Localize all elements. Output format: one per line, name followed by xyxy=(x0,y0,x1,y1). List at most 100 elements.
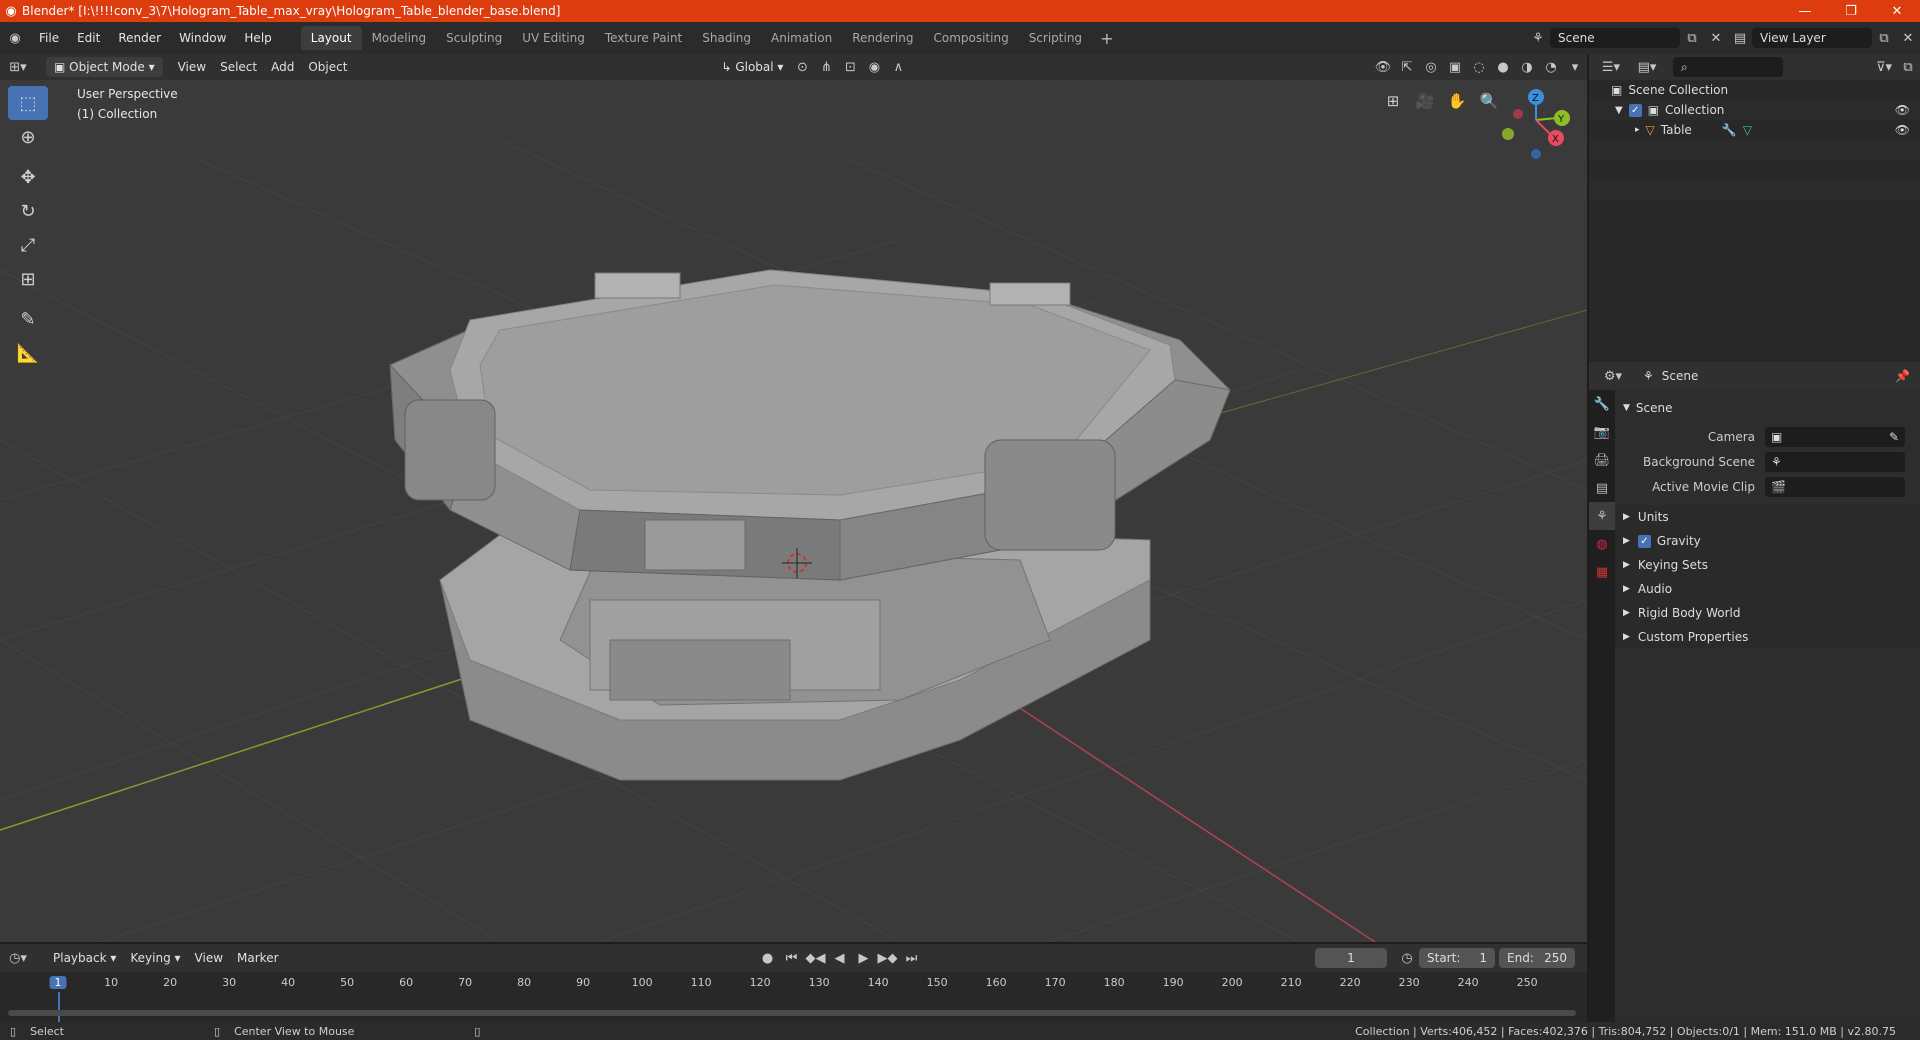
properties-editor-type-icon[interactable]: ⚙▾ xyxy=(1595,365,1631,387)
menu-help[interactable]: Help xyxy=(235,26,280,50)
editor-type-icon[interactable]: ⊞▾ xyxy=(0,56,36,78)
table-mesh[interactable] xyxy=(389,269,1231,781)
outliner-row-table[interactable]: ▸ ▽ Table 🔧 ▽ 👁 xyxy=(1589,120,1920,140)
view-layer-tab-icon[interactable]: ▤ xyxy=(1589,474,1615,502)
delete-scene-icon[interactable]: ✕ xyxy=(1704,27,1728,49)
menu-select[interactable]: Select xyxy=(213,57,264,77)
wireframe-shading-icon[interactable]: ◌ xyxy=(1467,56,1491,78)
display-mode-icon[interactable]: ▤▾ xyxy=(1629,56,1665,78)
scene-panel-header[interactable]: ▼ Scene xyxy=(1615,396,1920,420)
texture-tab-icon[interactable]: ▦ xyxy=(1589,558,1615,586)
mesh-data-icon[interactable]: ▽ xyxy=(1743,123,1752,137)
new-view-layer-icon[interactable]: ⧉ xyxy=(1872,27,1896,49)
tab-layout[interactable]: Layout xyxy=(300,26,362,50)
output-tab-icon[interactable]: 🖨 xyxy=(1589,446,1615,474)
falloff-icon[interactable]: ∧ xyxy=(886,56,910,78)
timeline-editor-type-icon[interactable]: ◷▾ xyxy=(0,947,36,969)
outliner-row-collection[interactable]: ▼ ✓ ▣ Collection 👁 xyxy=(1589,100,1920,120)
toggle-ortho-icon[interactable]: ⊞ xyxy=(1380,88,1406,114)
transform-tool-icon[interactable]: ⊞ xyxy=(8,262,48,296)
scale-tool-icon[interactable]: ⤢ xyxy=(8,228,48,262)
next-keyframe-icon[interactable]: ▶◆ xyxy=(876,947,900,969)
jump-start-icon[interactable]: ⏮ xyxy=(780,947,804,969)
units-panel-header[interactable]: ▶ Units xyxy=(1615,505,1920,529)
menu-add[interactable]: Add xyxy=(264,57,301,77)
eye-icon[interactable]: 👁 xyxy=(1895,123,1910,137)
menu-edit[interactable]: Edit xyxy=(68,26,109,50)
new-scene-icon[interactable]: ⧉ xyxy=(1680,27,1704,49)
menu-timeline-view[interactable]: View xyxy=(188,948,230,968)
new-collection-icon[interactable]: ⧉ xyxy=(1896,56,1920,78)
tab-modeling[interactable]: Modeling xyxy=(362,26,437,50)
rigid-body-world-panel-header[interactable]: ▶ Rigid Body World xyxy=(1615,601,1920,625)
prev-keyframe-icon[interactable]: ◆◀ xyxy=(804,947,828,969)
scene-field[interactable]: Scene xyxy=(1550,28,1680,48)
3d-viewport[interactable]: Z Y X ⬚ ⊕ ✥ ↻ ⤢ ⊞ ✎ 📐 User Perspective (… xyxy=(0,80,1587,942)
menu-marker[interactable]: Marker xyxy=(230,948,285,968)
tab-animation[interactable]: Animation xyxy=(761,26,842,50)
modifier-wrench-icon[interactable]: 🔧 xyxy=(1722,123,1737,137)
clock-icon[interactable]: ◷ xyxy=(1395,947,1419,969)
record-icon[interactable]: ● xyxy=(756,947,780,969)
material-shading-icon[interactable]: ◑ xyxy=(1515,56,1539,78)
play-reverse-icon[interactable]: ◀ xyxy=(828,947,852,969)
proportional-edit-icon[interactable]: ◉ xyxy=(862,56,886,78)
visibility-icon[interactable]: 👁 xyxy=(1371,56,1395,78)
playhead[interactable] xyxy=(58,992,60,1022)
collection-checkbox[interactable]: ✓ xyxy=(1628,103,1642,117)
close-icon[interactable]: ✕ xyxy=(1874,0,1920,22)
tab-compositing[interactable]: Compositing xyxy=(923,26,1018,50)
pan-hand-icon[interactable]: ✋ xyxy=(1444,88,1470,114)
pin-icon[interactable]: 📌 xyxy=(1895,369,1910,383)
render-tab-icon[interactable]: 📷 xyxy=(1589,418,1615,446)
blender-menu-icon[interactable]: ◉ xyxy=(0,27,30,49)
menu-object[interactable]: Object xyxy=(301,57,354,77)
restore-icon[interactable]: ❐ xyxy=(1828,0,1874,22)
xray-icon[interactable]: ▣ xyxy=(1443,56,1467,78)
audio-panel-header[interactable]: ▶ Audio xyxy=(1615,577,1920,601)
menu-keying[interactable]: Keying ▾ xyxy=(123,948,187,968)
frame-ruler[interactable]: 1 10 20 30 40 50 60 70 80 90 100 110 120 130 140 150 160… xyxy=(0,972,1587,996)
eyedropper-icon[interactable]: ✎ xyxy=(1889,430,1899,444)
add-workspace-icon[interactable]: + xyxy=(1092,29,1121,48)
tool-tab-icon[interactable]: 🔧 xyxy=(1589,390,1615,418)
tab-shading[interactable]: Shading xyxy=(692,26,761,50)
select-box-tool-icon[interactable]: ⬚ xyxy=(8,86,48,120)
timeline-area[interactable]: 1 10 20 30 40 50 60 70 80 90 100 110 120 130 140 150 160… xyxy=(0,972,1587,1022)
outliner-row-scene-collection[interactable]: ▣ Scene Collection xyxy=(1589,80,1920,100)
tab-texture-paint[interactable]: Texture Paint xyxy=(595,26,692,50)
filter-icon[interactable]: ⊽▾ xyxy=(1872,56,1896,78)
scene-icon[interactable]: ⚘ xyxy=(1526,27,1550,49)
overlay-toggle-icon[interactable]: ◎ xyxy=(1419,56,1443,78)
scene-tab-icon[interactable]: ⚘ xyxy=(1589,502,1615,530)
cursor-tool-icon[interactable]: ⊕ xyxy=(8,120,48,154)
move-tool-icon[interactable]: ✥ xyxy=(8,160,48,194)
current-frame-field[interactable]: 1 xyxy=(1315,948,1387,968)
zoom-icon[interactable]: 🔍 xyxy=(1476,88,1502,114)
camera-field[interactable]: ▣ ✎ xyxy=(1765,426,1905,447)
view-layer-field[interactable]: View Layer xyxy=(1752,28,1872,48)
movie-clip-field[interactable]: 🎬 xyxy=(1765,476,1905,497)
menu-file[interactable]: File xyxy=(30,26,68,50)
pivot-point-icon[interactable]: ⊙ xyxy=(790,56,814,78)
eye-icon[interactable]: 👁 xyxy=(1895,103,1910,117)
shading-options-icon[interactable]: ▾ xyxy=(1563,56,1587,78)
mode-dropdown[interactable]: ▣ Object Mode ▾ xyxy=(46,57,163,77)
view-layer-icon[interactable]: ▤ xyxy=(1728,27,1752,49)
menu-window[interactable]: Window xyxy=(170,26,235,50)
menu-render[interactable]: Render xyxy=(109,26,170,50)
outliner-search-field[interactable]: ⌕ xyxy=(1673,57,1783,77)
jump-end-icon[interactable]: ⏭ xyxy=(900,947,924,969)
gizmo-toggle-icon[interactable]: ⇱ xyxy=(1395,56,1419,78)
delete-view-layer-icon[interactable]: ✕ xyxy=(1896,27,1920,49)
keying-sets-panel-header[interactable]: ▶ Keying Sets xyxy=(1615,553,1920,577)
camera-view-icon[interactable]: 🎥 xyxy=(1412,88,1438,114)
gravity-panel-header[interactable]: ▶ ✓ Gravity xyxy=(1615,529,1920,553)
minimize-icon[interactable]: — xyxy=(1782,0,1828,22)
expand-arrow-icon[interactable]: ▸ xyxy=(1635,125,1640,135)
solid-shading-icon[interactable]: ● xyxy=(1491,56,1515,78)
menu-playback[interactable]: Playback ▾ xyxy=(46,948,123,968)
transform-orientation-dropdown[interactable]: ↳ Global ▾ xyxy=(714,57,790,77)
end-frame-field[interactable]: End: 250 xyxy=(1499,948,1575,968)
background-scene-field[interactable]: ⚘ xyxy=(1765,451,1905,472)
